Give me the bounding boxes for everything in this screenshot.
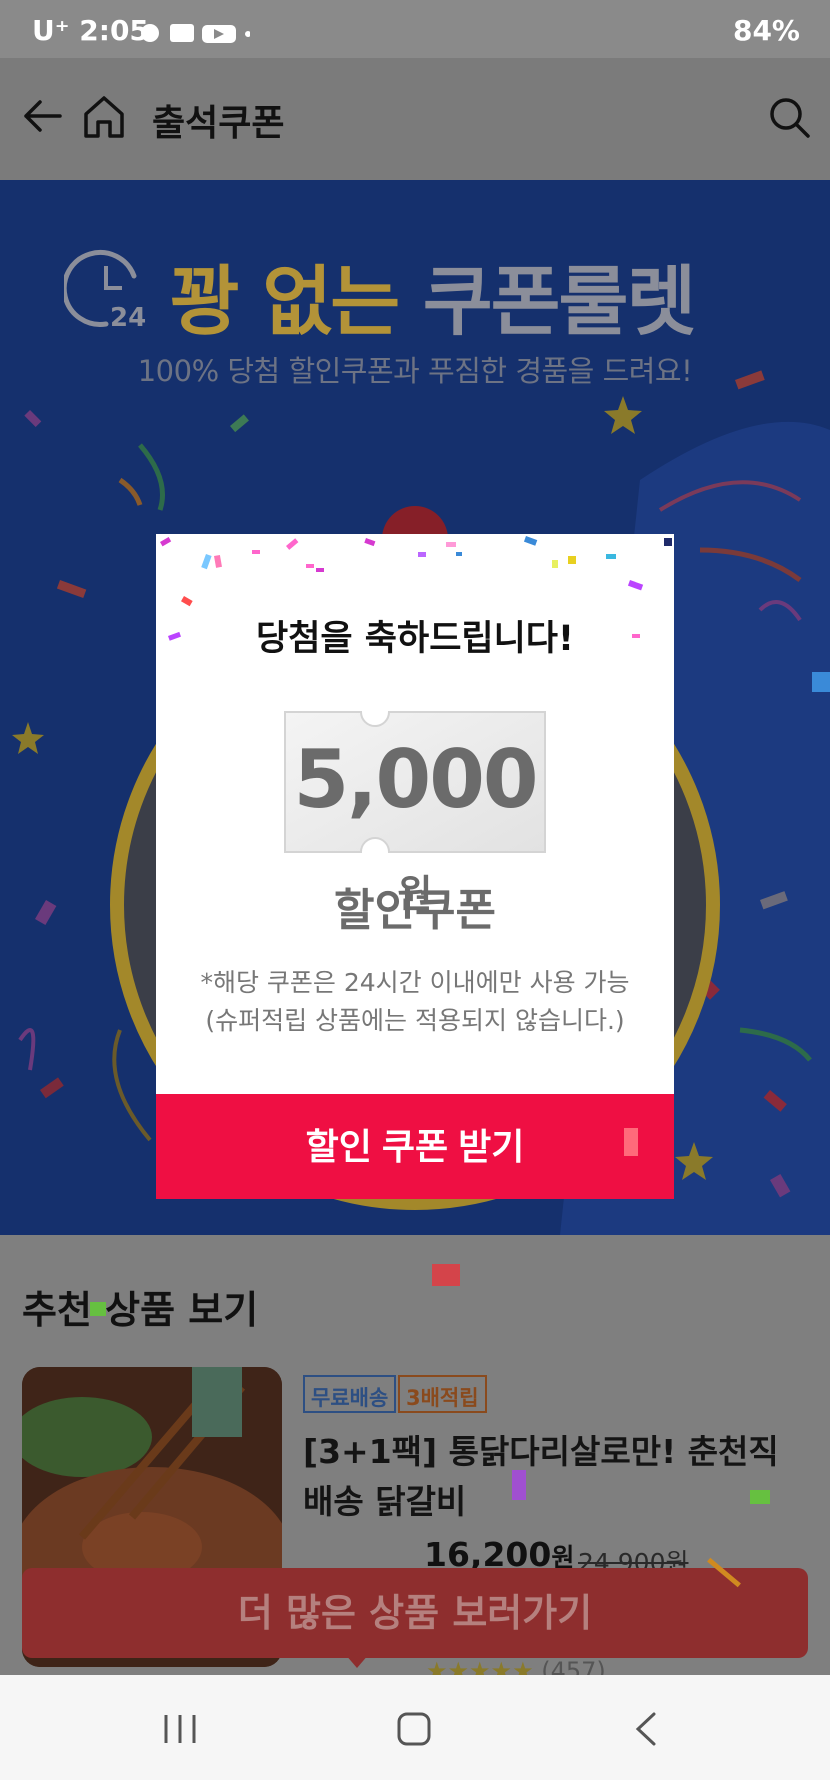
confetti-piece [512, 1470, 526, 1500]
status-bar: U⁺ 2:05 84% [0, 0, 830, 58]
badge-free-shipping: 무료배송 [303, 1375, 397, 1413]
notification-icons [141, 24, 250, 43]
status-time: U⁺ 2:05 [32, 14, 149, 47]
section-title: 추천 상품 보기 [22, 1288, 259, 1332]
coupon-note: *해당 쿠폰은 24시간 이내에만 사용 가능 (슈퍼적립 상품에는 적용되지 … [200, 968, 630, 1035]
star-rating-icon: ★★★★★ [426, 1657, 534, 1675]
battery-level: 84% [732, 14, 800, 47]
home-icon[interactable] [82, 92, 126, 140]
coupon-type: 할인쿠폰 [334, 885, 496, 936]
claim-coupon-button[interactable]: 할인 쿠폰 받기 [156, 1094, 674, 1199]
confetti-piece [90, 1302, 106, 1316]
home-nav-icon[interactable] [396, 1711, 432, 1747]
rating: ★★★★★ (457) [426, 1657, 606, 1675]
system-nav-bar [0, 1675, 830, 1780]
confetti-piece [750, 1490, 770, 1504]
button-pointer [345, 1654, 369, 1668]
product-name[interactable]: [3+1팩] 통닭다리살로만! 춘천직배송 닭갈비 [303, 1427, 803, 1527]
banner-headline: 꽝 없는 쿠폰룰렛 [170, 257, 696, 346]
clock-24-icon: 24 [64, 249, 146, 330]
svg-text:24: 24 [110, 303, 146, 330]
win-dialog: 당첨을 축하드립니다! 5,000원 할인쿠폰 *해당 쿠폰은 24시간 이내에… [156, 534, 674, 1199]
badge-triple-points: 3배적립 [398, 1375, 487, 1413]
confetti-piece [624, 1128, 638, 1156]
recent-apps-icon[interactable] [162, 1713, 198, 1745]
more-products-button[interactable]: 더 많은 상품 보러가기 [22, 1568, 808, 1658]
banner-subtitle: 100% 당첨 할인쿠폰과 푸짐한 경품을 드려요! [137, 354, 693, 388]
page-title: 출석쿠폰 [152, 103, 285, 144]
confetti-piece [432, 1264, 460, 1286]
back-arrow-icon[interactable] [20, 94, 64, 138]
dialog-title: 당첨을 축하드립니다! [256, 619, 574, 659]
confetti-piece [812, 672, 830, 692]
back-nav-icon[interactable] [632, 1711, 662, 1747]
app-bar: 출석쿠폰 [0, 58, 830, 180]
search-icon[interactable] [768, 96, 810, 138]
